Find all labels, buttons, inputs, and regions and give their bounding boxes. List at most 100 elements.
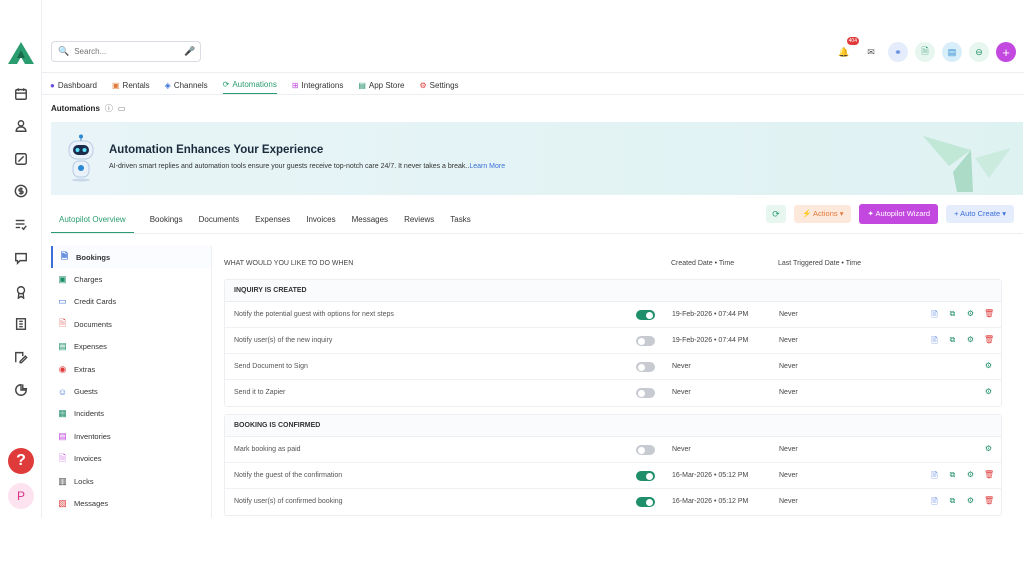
category-item-messages[interactable]: ▧ Messages (51, 492, 211, 514)
enable-toggle[interactable] (636, 362, 655, 372)
search-icon: 🔍 (58, 46, 70, 56)
add-button[interactable]: + (996, 42, 1016, 62)
category-item-documents[interactable]: 🗎 Documents (51, 313, 211, 335)
category-item-charges[interactable]: ▣ Charges (51, 268, 211, 290)
category-item-locks[interactable]: ▥ Locks (51, 470, 211, 492)
autopilot-wizard-button[interactable]: ✦ Autopilot Wizard (859, 204, 939, 224)
gear-icon[interactable]: ⚙ (966, 335, 975, 349)
search-input[interactable] (74, 47, 185, 56)
users-icon[interactable] (13, 118, 29, 134)
category-item-credit-cards[interactable]: ▭ Credit Cards (51, 291, 211, 313)
avatar[interactable]: P (8, 483, 34, 509)
category-item-extras[interactable]: ◉ Extras (51, 358, 211, 380)
trash-icon[interactable]: 🗑 (984, 496, 994, 510)
tab-messages[interactable]: Messages (352, 215, 388, 233)
calendar-icon[interactable] (13, 86, 29, 102)
tab-channels[interactable]: ◈ Channels (165, 76, 208, 94)
charges-icon: ▣ (58, 274, 67, 285)
section-inquiry-created: INQUIRY IS CREATED Notify the potential … (224, 279, 1002, 407)
document-icon[interactable]: 🗎 (930, 470, 939, 484)
tab-automations[interactable]: ⟳ Automations (222, 76, 277, 94)
award-icon[interactable] (13, 284, 29, 300)
actions-label: Actions (813, 209, 838, 218)
category-item-incidents[interactable]: ▦ Incidents (51, 403, 211, 425)
sign-icon[interactable] (13, 349, 29, 365)
category-item-expenses[interactable]: ▤ Expenses (51, 336, 211, 358)
tab-app-store[interactable]: ▤ App Store (358, 76, 404, 94)
copy-icon[interactable]: ⧉ (948, 335, 957, 349)
enable-toggle[interactable] (636, 497, 655, 507)
copy-icon[interactable]: ⧉ (948, 309, 957, 323)
brand-logo[interactable] (6, 40, 36, 66)
trash-icon[interactable]: 🗑 (984, 470, 994, 484)
video-icon[interactable]: ▭ (118, 104, 126, 113)
gear-icon[interactable]: ⚙ (966, 496, 975, 510)
search-box[interactable]: 🔍 🎤 (51, 41, 201, 62)
category-label: Invoices (74, 454, 102, 464)
edit-icon[interactable] (13, 151, 29, 167)
pie-chart-icon[interactable] (13, 382, 29, 398)
chat-icon[interactable] (13, 250, 29, 266)
tab-rentals[interactable]: ▣ Rentals (112, 76, 150, 94)
tab-autopilot-overview[interactable]: Autopilot Overview (51, 215, 134, 233)
table-row: Send it to Zapier Never Never ⚙ (225, 380, 1001, 406)
enable-toggle[interactable] (636, 388, 655, 398)
tab-documents[interactable]: Documents (199, 215, 239, 233)
file-icon[interactable]: 🗎 (915, 42, 935, 62)
enable-toggle[interactable] (636, 310, 655, 320)
dollar-icon[interactable] (13, 183, 29, 199)
tab-label: Integrations (301, 80, 344, 90)
gear-icon[interactable]: ⚙ (966, 470, 975, 484)
gear-icon[interactable]: ⚙ (984, 361, 993, 370)
trash-icon[interactable]: 🗑 (984, 335, 994, 349)
report-icon[interactable]: ▤ (942, 42, 962, 62)
enable-toggle[interactable] (636, 336, 655, 346)
minus-circle-icon[interactable]: ⊖ (969, 42, 989, 62)
layers-icon: ◈ (164, 80, 171, 90)
tab-settings[interactable]: ⚙ Settings (419, 76, 458, 94)
actions-dropdown[interactable]: ⚡ Actions ▾ (794, 205, 852, 223)
tab-expenses[interactable]: Expenses (255, 215, 290, 233)
list-check-icon[interactable] (13, 216, 29, 232)
category-item-guests[interactable]: ☺ Guests (51, 380, 211, 402)
copy-icon[interactable]: ⧉ (948, 496, 957, 510)
tab-reviews[interactable]: Reviews (404, 215, 434, 233)
copy-icon[interactable]: ⧉ (948, 470, 957, 484)
invoice-icon: 🗎 (58, 452, 67, 463)
microphone-icon[interactable]: 🎤 (184, 46, 195, 57)
page-title: Automations ⓘ ▭ (51, 103, 125, 114)
tab-integrations[interactable]: ⊞ Integrations (292, 76, 344, 94)
gear-icon[interactable]: ⚙ (984, 444, 993, 453)
building-icon[interactable] (13, 316, 29, 332)
auto-create-dropdown[interactable]: + Auto Create ▾ (946, 205, 1014, 223)
link-icon[interactable]: ⚭ (888, 42, 908, 62)
category-label: Inventories (74, 431, 111, 441)
help-button[interactable]: ? (8, 448, 34, 474)
gear-icon[interactable]: ⚙ (984, 387, 993, 396)
wizard-label: Autopilot Wizard (875, 209, 931, 218)
refresh-button[interactable]: ⟳ (766, 205, 786, 223)
tab-bookings[interactable]: Bookings (150, 215, 183, 233)
help-circle-icon[interactable]: ⓘ (105, 103, 113, 114)
column-header-created: Created Date • Time (671, 260, 735, 267)
mail-icon[interactable]: ✉ (861, 42, 881, 62)
bell-icon[interactable]: 🔔 404 (834, 37, 859, 62)
gear-icon[interactable]: ⚙ (966, 309, 975, 323)
enable-toggle[interactable] (636, 445, 655, 455)
tab-tasks[interactable]: Tasks (450, 215, 470, 233)
category-item-inventories[interactable]: ▤ Inventories (51, 425, 211, 447)
document-icon[interactable]: 🗎 (930, 496, 939, 510)
enable-toggle[interactable] (636, 471, 655, 481)
document-icon[interactable]: 🗎 (930, 309, 939, 323)
trash-icon[interactable]: 🗑 (984, 309, 994, 323)
tab-dashboard[interactable]: ● Dashboard (50, 76, 97, 94)
row-label: Notify the guest of the confirmation (234, 472, 343, 479)
learn-more-link[interactable]: Learn More (469, 163, 505, 170)
top-actions: 🔔 404 ✉ ⚭ 🗎 ▤ ⊖ + (834, 37, 1016, 62)
banner-title: Automation Enhances Your Experience (109, 144, 324, 156)
tab-invoices[interactable]: Invoices (306, 215, 335, 233)
category-item-invoices[interactable]: 🗎 Invoices (51, 448, 211, 470)
document-icon[interactable]: 🗎 (930, 335, 939, 349)
section-title: BOOKING IS CONFIRMED (225, 415, 1001, 437)
category-item-bookings[interactable]: 🗎 Bookings (51, 246, 211, 269)
